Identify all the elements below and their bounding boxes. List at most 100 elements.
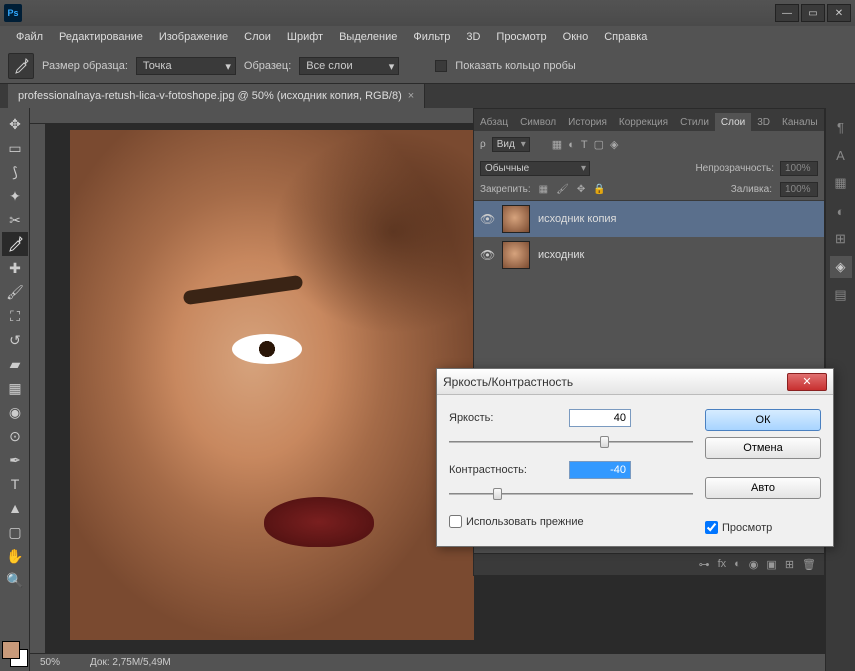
window-close-button[interactable]: ✕ bbox=[827, 4, 851, 22]
tab-layers[interactable]: Слои bbox=[715, 113, 751, 131]
menu-type[interactable]: Шрифт bbox=[279, 28, 331, 46]
eyedropper-tool[interactable] bbox=[2, 232, 28, 256]
tab-adjustments[interactable]: Коррекция bbox=[613, 113, 674, 131]
layer-thumbnail[interactable] bbox=[502, 205, 530, 233]
dialog-titlebar[interactable]: Яркость/Контрастность ✕ bbox=[437, 369, 833, 395]
contrast-slider[interactable] bbox=[449, 485, 693, 503]
eraser-tool[interactable]: ▰ bbox=[2, 352, 28, 376]
layer-name[interactable]: исходник bbox=[538, 249, 584, 261]
foreground-color-swatch[interactable] bbox=[2, 641, 20, 659]
healing-brush-tool[interactable]: ✚ bbox=[2, 256, 28, 280]
marquee-tool[interactable]: ▭ bbox=[2, 136, 28, 160]
contrast-input[interactable] bbox=[569, 461, 631, 479]
layer-filter-select[interactable]: Вид bbox=[492, 137, 530, 152]
tab-close-icon[interactable]: × bbox=[408, 90, 414, 102]
tab-3d[interactable]: 3D bbox=[751, 113, 776, 131]
brightness-input[interactable] bbox=[569, 409, 631, 427]
eyedropper-tool-icon[interactable] bbox=[8, 53, 34, 79]
opacity-value[interactable]: 100% bbox=[780, 161, 818, 176]
channels-panel-icon[interactable]: ▤ bbox=[830, 284, 852, 306]
character-panel-icon[interactable]: A bbox=[830, 144, 852, 166]
filter-pixel-icon[interactable]: ▦ bbox=[552, 138, 562, 151]
menu-filter[interactable]: Фильтр bbox=[405, 28, 458, 46]
filter-shape-icon[interactable]: ▢ bbox=[594, 138, 604, 151]
lock-paint-icon[interactable]: 🖌 bbox=[556, 184, 569, 195]
clone-stamp-tool[interactable]: ⛶ bbox=[2, 304, 28, 328]
window-maximize-button[interactable]: ▭ bbox=[801, 4, 825, 22]
tab-styles[interactable]: Стили bbox=[674, 113, 715, 131]
layer-row[interactable]: 👁 исходник bbox=[474, 237, 824, 273]
menu-help[interactable]: Справка bbox=[596, 28, 655, 46]
layer-visibility-icon[interactable]: 👁 bbox=[480, 248, 494, 262]
sample-select[interactable]: Все слои bbox=[299, 57, 399, 75]
menu-layers[interactable]: Слои bbox=[236, 28, 279, 46]
delete-layer-icon[interactable]: 🗑 bbox=[802, 558, 816, 571]
layer-visibility-icon[interactable]: 👁 bbox=[480, 212, 494, 226]
window-minimize-button[interactable]: — bbox=[775, 4, 799, 22]
swatches-panel-icon[interactable]: ▦ bbox=[830, 172, 852, 194]
history-brush-tool[interactable]: ↺ bbox=[2, 328, 28, 352]
zoom-level[interactable]: 50% bbox=[40, 657, 60, 668]
ok-button[interactable]: ОК bbox=[705, 409, 821, 431]
brush-tool[interactable]: 🖌 bbox=[2, 280, 28, 304]
blur-tool[interactable]: ◉ bbox=[2, 400, 28, 424]
lock-pixels-icon[interactable]: ▦ bbox=[539, 184, 548, 195]
zoom-tool[interactable]: 🔍 bbox=[2, 568, 28, 592]
color-panel-icon[interactable]: ◐ bbox=[830, 200, 852, 222]
link-layers-icon[interactable]: ⊶ bbox=[699, 558, 710, 571]
dialog-close-button[interactable]: ✕ bbox=[787, 373, 827, 391]
move-tool[interactable]: ✥ bbox=[2, 112, 28, 136]
crop-tool[interactable]: ✂ bbox=[2, 208, 28, 232]
layers-panel-icon[interactable]: ◈ bbox=[830, 256, 852, 278]
ruler-vertical[interactable] bbox=[30, 124, 46, 653]
group-icon[interactable]: ▣ bbox=[766, 558, 776, 571]
filter-type-icon[interactable]: T bbox=[581, 139, 588, 151]
shape-tool[interactable]: ▢ bbox=[2, 520, 28, 544]
tab-paragraph[interactable]: Абзац bbox=[474, 113, 514, 131]
menu-window[interactable]: Окно bbox=[555, 28, 597, 46]
layer-fx-icon[interactable]: fx bbox=[718, 558, 727, 571]
color-swatches[interactable] bbox=[2, 641, 28, 667]
document-canvas[interactable] bbox=[70, 130, 474, 640]
menu-file[interactable]: Файл bbox=[8, 28, 51, 46]
lasso-tool[interactable]: ⟆ bbox=[2, 160, 28, 184]
filter-adjust-icon[interactable]: ◐ bbox=[568, 139, 575, 151]
adjustments-panel-icon[interactable]: ⊞ bbox=[830, 228, 852, 250]
use-legacy-checkbox[interactable] bbox=[449, 515, 462, 528]
layer-thumbnail[interactable] bbox=[502, 241, 530, 269]
lock-all-icon[interactable]: 🔒 bbox=[593, 184, 605, 195]
pen-tool[interactable]: ✒ bbox=[2, 448, 28, 472]
filter-smart-icon[interactable]: ◈ bbox=[610, 138, 618, 151]
layer-name[interactable]: исходник копия bbox=[538, 213, 617, 225]
magic-wand-tool[interactable]: ✦ bbox=[2, 184, 28, 208]
menu-image[interactable]: Изображение bbox=[151, 28, 236, 46]
type-tool[interactable]: T bbox=[2, 472, 28, 496]
sample-size-select[interactable]: Точка bbox=[136, 57, 236, 75]
adjustment-layer-icon[interactable]: ◉ bbox=[749, 558, 759, 571]
hand-tool[interactable]: ✋ bbox=[2, 544, 28, 568]
path-select-tool[interactable]: ▲ bbox=[2, 496, 28, 520]
new-layer-icon[interactable]: ⊞ bbox=[785, 558, 794, 571]
lock-position-icon[interactable]: ✥ bbox=[577, 184, 585, 195]
menu-select[interactable]: Выделение bbox=[331, 28, 405, 46]
preview-checkbox[interactable] bbox=[705, 521, 718, 534]
tab-channels[interactable]: Каналы bbox=[776, 113, 824, 131]
document-tab-active[interactable]: professionalnaya-retush-lica-v-fotoshope… bbox=[8, 84, 425, 108]
layer-mask-icon[interactable]: ◐ bbox=[734, 558, 741, 571]
tab-character[interactable]: Символ bbox=[514, 113, 562, 131]
fill-value[interactable]: 100% bbox=[780, 182, 818, 197]
menu-3d[interactable]: 3D bbox=[458, 28, 488, 46]
brightness-slider[interactable] bbox=[449, 433, 693, 451]
paragraph-panel-icon[interactable]: ¶ bbox=[830, 116, 852, 138]
show-ring-checkbox[interactable] bbox=[435, 60, 447, 72]
tab-history[interactable]: История bbox=[562, 113, 613, 131]
dodge-tool[interactable]: ⊙ bbox=[2, 424, 28, 448]
layer-row[interactable]: 👁 исходник копия bbox=[474, 201, 824, 237]
menu-edit[interactable]: Редактирование bbox=[51, 28, 151, 46]
blend-mode-select[interactable]: Обычные bbox=[480, 161, 590, 176]
show-ring-label: Показать кольцо пробы bbox=[455, 60, 576, 72]
auto-button[interactable]: Авто bbox=[705, 477, 821, 499]
cancel-button[interactable]: Отмена bbox=[705, 437, 821, 459]
menu-view[interactable]: Просмотр bbox=[488, 28, 554, 46]
gradient-tool[interactable]: ▦ bbox=[2, 376, 28, 400]
